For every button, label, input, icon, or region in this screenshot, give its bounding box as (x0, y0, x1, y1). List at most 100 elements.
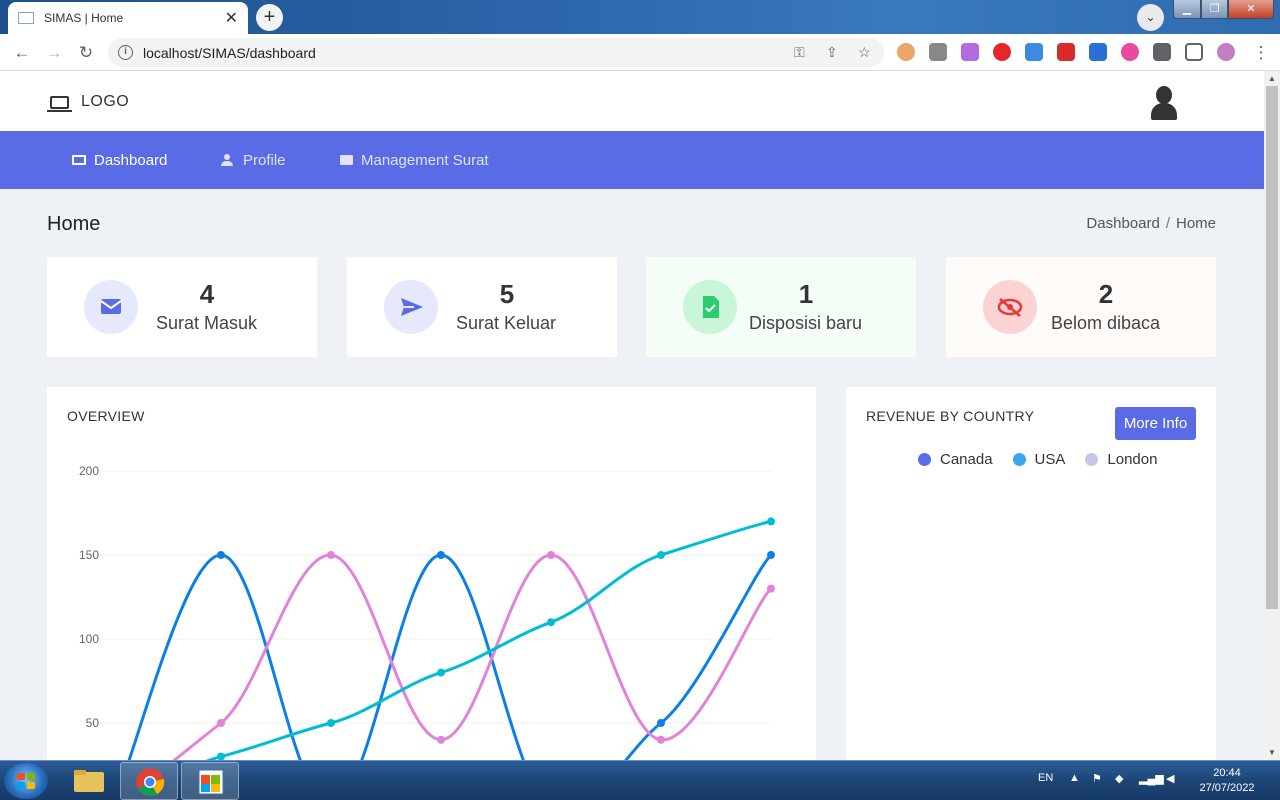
data-point[interactable] (217, 752, 225, 760)
revenue-legend: Canada USA London (918, 451, 1177, 468)
extensions-puzzle-icon[interactable] (1153, 43, 1171, 61)
legend-label: USA (1034, 451, 1066, 468)
minimize-button[interactable]: ▁ (1173, 0, 1201, 19)
data-point[interactable] (767, 551, 775, 559)
logo[interactable]: LOGO (47, 93, 130, 112)
extension-icon[interactable] (1121, 43, 1139, 61)
extension-icon[interactable] (897, 43, 915, 61)
breadcrumb-dashboard[interactable]: Dashboard (1086, 215, 1159, 232)
legend-item-usa[interactable]: USA (1012, 451, 1066, 468)
maximize-button[interactable]: ❐ (1201, 0, 1228, 19)
logo-text: LOGO (81, 93, 130, 110)
taskbar-chrome[interactable] (120, 762, 178, 800)
revenue-panel: REVENUE BY COUNTRY More Info Canada USA … (846, 387, 1216, 760)
laptop-icon (47, 95, 72, 112)
extension-icon[interactable] (961, 43, 979, 61)
browser-tab[interactable]: SIMAS | Home ✕ (8, 2, 248, 34)
tab-close-icon[interactable]: ✕ (225, 8, 238, 28)
stat-card-belom-dibaca[interactable]: 2 Belom dibaca (946, 257, 1216, 357)
data-point[interactable] (437, 668, 445, 677)
stat-label: Surat Keluar (456, 313, 557, 333)
data-point[interactable] (437, 551, 445, 559)
data-point[interactable] (767, 517, 775, 526)
y-tick-label: 100 (79, 632, 99, 646)
data-point[interactable] (327, 551, 335, 559)
stat-label: Disposisi baru (749, 313, 863, 333)
extension-icon[interactable] (1089, 43, 1107, 61)
stat-label: Surat Masuk (156, 313, 258, 333)
user-avatar[interactable] (1150, 86, 1178, 120)
back-icon[interactable]: ← (11, 42, 33, 64)
address-bar: ← → ↻ i localhost/SIMAS/dashboard ⚿ ⇪ ☆ … (0, 34, 1280, 71)
reload-icon[interactable]: ↻ (75, 42, 97, 64)
nav-dashboard[interactable]: Dashboard (72, 131, 167, 189)
side-panel-icon[interactable] (1185, 43, 1203, 61)
nav-label: Dashboard (94, 151, 168, 169)
data-point[interactable] (327, 719, 335, 727)
legend-dot (1085, 453, 1099, 466)
chrome-menu-icon[interactable]: ⋮ (1250, 42, 1272, 64)
start-button[interactable] (4, 763, 48, 799)
data-point[interactable] (767, 584, 775, 593)
legend-dot (918, 453, 931, 466)
stat-card-surat-masuk[interactable]: 4 Surat Masuk (47, 257, 317, 357)
stat-value: 1 (798, 279, 814, 309)
more-info-button[interactable]: More Info (1115, 407, 1196, 440)
action-center-flag-icon[interactable]: ⚑ (1092, 772, 1102, 785)
page-scrollbar[interactable]: ▲ ▼ (1264, 71, 1280, 760)
tab-search-icon[interactable]: ⌄ (1137, 4, 1164, 31)
legend-dot (1012, 453, 1026, 466)
language-indicator[interactable]: EN (1038, 772, 1053, 784)
close-window-button[interactable]: ✕ (1228, 0, 1274, 19)
scroll-up-icon[interactable]: ▲ (1264, 71, 1280, 86)
share-icon[interactable]: ⇪ (826, 44, 838, 61)
site-info-icon[interactable]: i (118, 45, 133, 60)
stat-card-surat-keluar[interactable]: 5 Surat Keluar (347, 257, 617, 357)
extension-icon[interactable] (993, 43, 1011, 61)
nav-management-surat[interactable]: Management Surat (340, 131, 489, 189)
taskbar-app[interactable] (181, 762, 239, 800)
forward-icon[interactable]: → (43, 42, 65, 64)
nav-profile[interactable]: Profile (221, 131, 286, 189)
envelope-icon (84, 280, 138, 334)
volume-icon[interactable]: ◀ (1166, 772, 1174, 785)
tab-title: SIMAS | Home (44, 11, 124, 25)
scrollbar-thumb[interactable] (1266, 86, 1278, 609)
extension-icon[interactable] (1025, 43, 1043, 61)
nav-label: Management Surat (361, 151, 489, 169)
series-line-0 (127, 553, 773, 760)
bookmark-star-icon[interactable]: ☆ (858, 44, 871, 61)
extension-icon[interactable] (1057, 43, 1075, 61)
data-point[interactable] (217, 719, 225, 727)
extension-pen-icon[interactable] (929, 43, 947, 61)
y-tick-label: 50 (86, 716, 100, 730)
stat-label: Belom dibaca (1051, 313, 1161, 333)
data-point[interactable] (657, 719, 665, 727)
data-point[interactable] (547, 618, 555, 627)
show-hidden-icons[interactable]: ▲ (1069, 772, 1080, 784)
scroll-down-icon[interactable]: ▼ (1264, 745, 1280, 760)
new-tab-button[interactable]: + (256, 4, 283, 31)
data-point[interactable] (437, 735, 445, 744)
data-point[interactable] (547, 551, 555, 559)
stat-card-disposisi-baru[interactable]: 1 Disposisi baru (646, 257, 916, 357)
data-point[interactable] (217, 551, 225, 559)
breadcrumb: Dashboard / Home (1086, 215, 1216, 232)
y-tick-label: 150 (79, 548, 99, 562)
network-signal-icon[interactable]: ▂▄▆ (1139, 772, 1164, 785)
key-icon[interactable]: ⚿ (794, 44, 805, 61)
legend-item-london[interactable]: London (1085, 451, 1157, 468)
legend-label: London (1107, 451, 1158, 468)
windows-taskbar: EN ▲ ⚑ ◆ ▂▄▆ ◀ 20:44 27/07/2022 (0, 760, 1280, 800)
breadcrumb-separator: / (1165, 215, 1170, 232)
url-input[interactable]: i localhost/SIMAS/dashboard ⚿ ⇪ ☆ (108, 38, 884, 67)
taskbar-explorer[interactable] (60, 762, 118, 800)
data-point[interactable] (657, 735, 665, 744)
breadcrumb-home: Home (1175, 215, 1216, 232)
security-icon[interactable]: ◆ (1115, 772, 1123, 785)
taskbar-clock[interactable]: 20:44 27/07/2022 (1192, 766, 1262, 796)
profile-avatar[interactable] (1217, 43, 1235, 61)
data-point[interactable] (657, 551, 665, 559)
overview-panel: OVERVIEW 200 150 100 50 (47, 387, 816, 760)
legend-item-canada[interactable]: Canada (918, 451, 993, 468)
